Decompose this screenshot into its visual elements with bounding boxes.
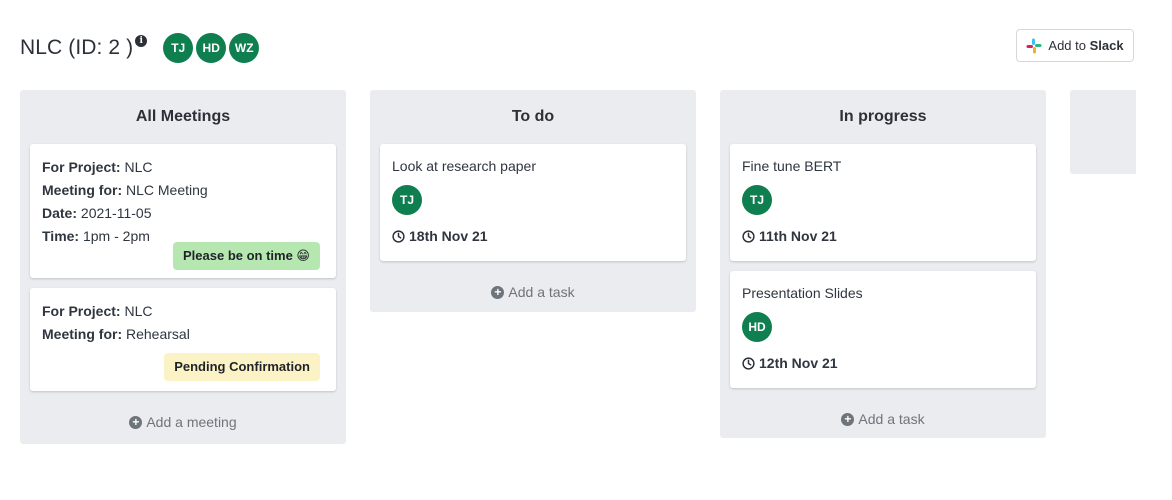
add-meeting-label: Add a meeting xyxy=(146,414,237,430)
info-circle-icon[interactable]: i xyxy=(135,35,148,47)
task-title: Presentation Slides xyxy=(742,285,863,301)
meeting-card[interactable]: For Project: NLC Meeting for: Rehearsal … xyxy=(30,288,336,391)
slack-button-prefix: Add to xyxy=(1048,38,1090,53)
column-in-progress: In progress Fine tune BERT TJ 11th Nov 2… xyxy=(720,90,1046,438)
status-badge: Pending Confirmation xyxy=(164,353,320,381)
time-key: Time: xyxy=(42,228,80,244)
add-task-button[interactable]: + Add a task xyxy=(730,398,1036,440)
task-title: Fine tune BERT xyxy=(742,158,842,174)
plus-circle-icon: + xyxy=(491,285,505,299)
add-meeting-button[interactable]: + Add a meeting xyxy=(30,401,336,443)
assignee-avatar[interactable]: TJ xyxy=(392,185,422,215)
assignee-avatar[interactable]: HD xyxy=(742,312,772,342)
task-title: Look at research paper xyxy=(392,158,536,174)
plus-circle-icon: + xyxy=(841,412,855,426)
member-avatar[interactable]: WZ xyxy=(229,33,260,63)
meeting-value: NLC Meeting xyxy=(122,182,208,198)
status-badge: Please be on time 😁 xyxy=(173,242,320,270)
column-title: All Meetings xyxy=(135,108,231,125)
add-task-button[interactable]: + Add a task xyxy=(380,271,686,313)
kanban-board: All Meetings For Project: NLC Meeting fo… xyxy=(20,90,1136,450)
clock-icon xyxy=(392,229,405,243)
column-partial xyxy=(1070,90,1136,174)
due-date-text: 12th Nov 21 xyxy=(759,355,838,371)
member-avatar[interactable]: TJ xyxy=(163,33,194,63)
date-key: Date: xyxy=(42,205,78,221)
meeting-key: Meeting for: xyxy=(42,326,123,342)
add-to-slack-button[interactable]: Add to Slack xyxy=(1016,29,1134,62)
due-date-text: 11th Nov 21 xyxy=(759,228,837,244)
column-all-meetings: All Meetings For Project: NLC Meeting fo… xyxy=(20,90,346,444)
project-value: NLC xyxy=(120,159,153,175)
project-value: NLC xyxy=(120,303,153,319)
clock-icon xyxy=(742,356,755,370)
project-key: For Project: xyxy=(42,303,121,319)
due-date: 18th Nov 21 xyxy=(392,228,674,244)
due-date-text: 18th Nov 21 xyxy=(409,228,488,244)
slack-button-brand: Slack xyxy=(1089,38,1124,53)
column-title: In progress xyxy=(839,108,927,125)
column-title: To do xyxy=(511,108,555,125)
assignee-avatar[interactable]: TJ xyxy=(742,185,772,215)
due-date: 12th Nov 21 xyxy=(742,355,1024,371)
member-avatars: TJ HD WZ xyxy=(163,33,260,63)
board-header: NLC (ID: 2 ) i TJ HD WZ xyxy=(20,30,260,66)
task-card[interactable]: Presentation Slides HD 12th Nov 21 xyxy=(730,271,1036,388)
clock-icon xyxy=(742,229,755,243)
member-avatar[interactable]: HD xyxy=(196,33,227,63)
time-value: 1pm - 2pm xyxy=(79,228,150,244)
slack-icon xyxy=(1026,38,1042,53)
date-value: 2021-11-05 xyxy=(77,205,152,221)
project-title: NLC (ID: 2 ) xyxy=(20,36,134,59)
due-date: 11th Nov 21 xyxy=(742,228,1024,244)
project-key: For Project: xyxy=(42,159,121,175)
plus-circle-icon: + xyxy=(129,415,143,429)
add-task-label: Add a task xyxy=(508,284,575,300)
meeting-card[interactable]: For Project: NLC Meeting for: NLC Meetin… xyxy=(30,144,336,278)
meeting-value: Rehearsal xyxy=(122,326,190,342)
column-to-do: To do Look at research paper TJ 18th Nov… xyxy=(370,90,696,312)
add-task-label: Add a task xyxy=(858,411,925,427)
task-card[interactable]: Fine tune BERT TJ 11th Nov 21 xyxy=(730,144,1036,261)
task-card[interactable]: Look at research paper TJ 18th Nov 21 xyxy=(380,144,686,261)
meeting-key: Meeting for: xyxy=(42,182,123,198)
